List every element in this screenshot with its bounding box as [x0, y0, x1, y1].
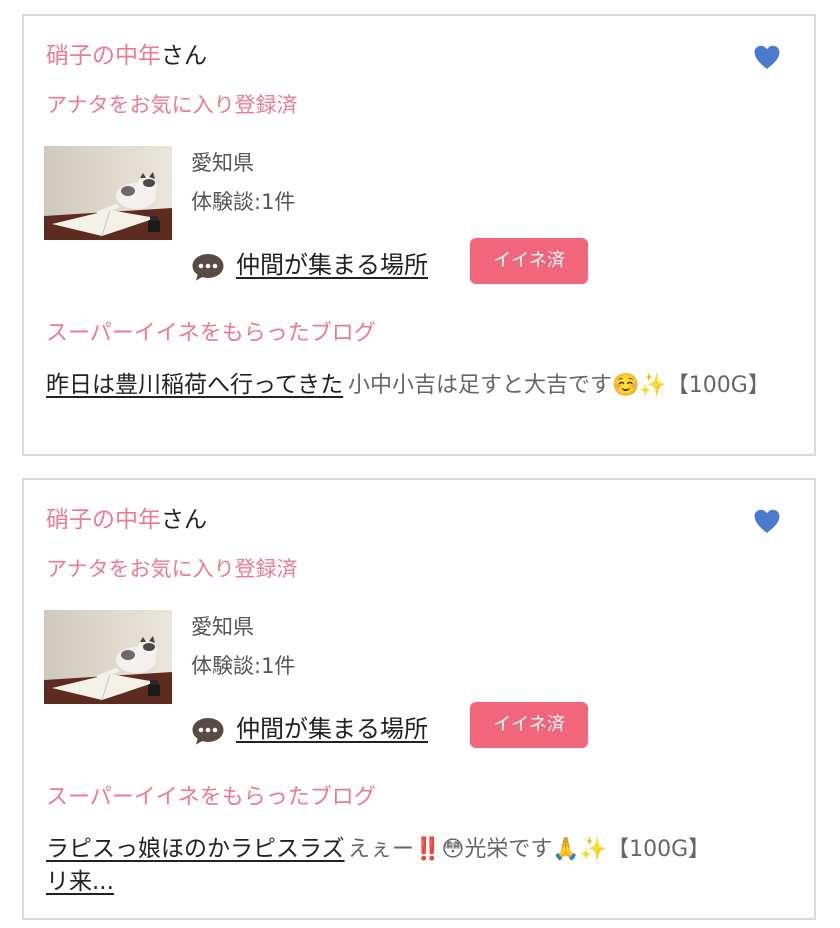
- prefecture: 愛知県: [191, 615, 254, 639]
- prefecture: 愛知県: [191, 151, 254, 175]
- blog-title-link[interactable]: ラピスっ娘ほのかラピスラズリ来...: [46, 833, 348, 899]
- profile-photo[interactable]: [44, 146, 172, 240]
- blog-title-link[interactable]: 昨日は豊川稲荷へ行ってきた: [46, 369, 348, 402]
- speech-bubble-icon: [191, 716, 225, 746]
- user-name-line: 硝子の中年さん: [46, 42, 207, 70]
- experience-count: 体験談:1件: [191, 190, 296, 214]
- iine-button[interactable]: イイネ済: [470, 238, 588, 284]
- blog-excerpt: 小中小吉は足すと大吉です☺️✨【100G】: [348, 373, 770, 398]
- favorite-status: アナタをお気に入り登録済: [46, 93, 298, 117]
- user-card: 硝子の中年さん アナタをお気に入り登録済 愛知県 体験談:1件 仲間が集まる場所…: [22, 14, 816, 456]
- favorite-status: アナタをお気に入り登録済: [46, 557, 298, 581]
- heart-icon[interactable]: [752, 506, 782, 536]
- iine-button[interactable]: イイネ済: [470, 702, 588, 748]
- super-iine-heading: スーパーイイネをもらったブログ: [46, 321, 376, 346]
- user-name-link[interactable]: 硝子の中年: [46, 43, 161, 69]
- gathering-place-link[interactable]: 仲間が集まる場所: [236, 250, 428, 280]
- blog-excerpt: えぇー‼️😳光栄です🙏✨【100G】: [348, 837, 711, 862]
- honorific: さん: [161, 43, 207, 69]
- user-name-line: 硝子の中年さん: [46, 506, 207, 534]
- honorific: さん: [161, 507, 207, 533]
- experience-count: 体験談:1件: [191, 654, 296, 678]
- profile-photo[interactable]: [44, 610, 172, 704]
- blog-feed: 硝子の中年さん アナタをお気に入り登録済 愛知県 体験談:1件 仲間が集まる場所…: [0, 0, 840, 928]
- heart-icon[interactable]: [752, 42, 782, 72]
- user-name-link[interactable]: 硝子の中年: [46, 507, 161, 533]
- speech-bubble-icon: [191, 252, 225, 282]
- super-iine-heading: スーパーイイネをもらったブログ: [46, 785, 376, 810]
- gathering-place-link[interactable]: 仲間が集まる場所: [236, 714, 428, 744]
- user-card: 硝子の中年さん アナタをお気に入り登録済 愛知県 体験談:1件 仲間が集まる場所…: [22, 478, 816, 920]
